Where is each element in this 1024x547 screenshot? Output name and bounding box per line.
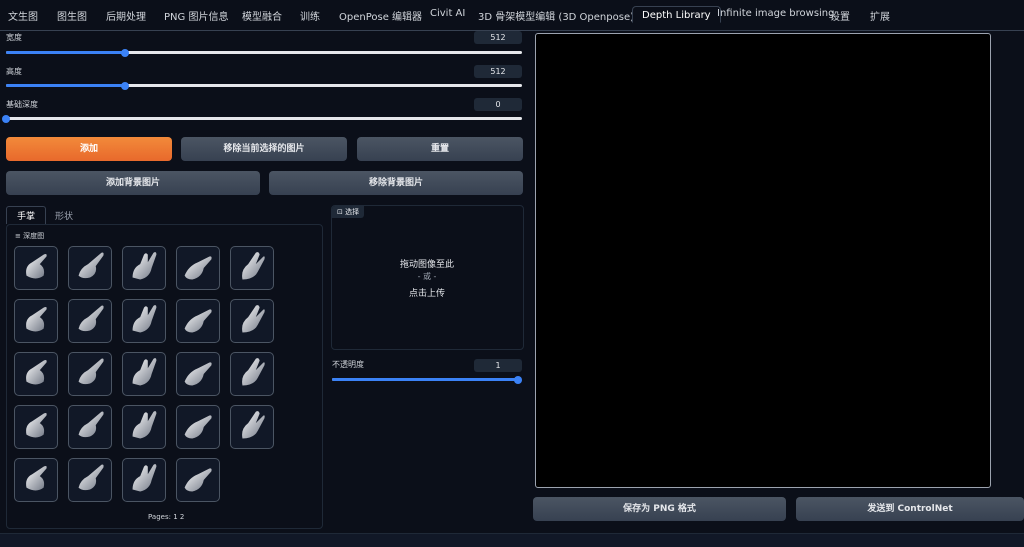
tab-settings[interactable]: 设置 <box>830 8 850 23</box>
click-upload-text: 点击上传 <box>408 289 445 299</box>
width-label: 宽度 <box>6 33 22 42</box>
subtab-hands[interactable]: 手掌 <box>6 206 47 224</box>
hand-thumbnail[interactable] <box>230 299 274 343</box>
tab-openpose-editor[interactable]: OpenPose 编辑器 <box>339 8 422 23</box>
save-png-button[interactable]: 保存为 PNG 格式 <box>533 497 786 521</box>
tab-extensions[interactable]: 扩展 <box>870 8 890 23</box>
tab-png-info[interactable]: PNG 图片信息 <box>164 8 228 23</box>
hand-thumbnail[interactable] <box>122 299 166 343</box>
tab-infinite-image-browsing[interactable]: Infinite image browsing <box>717 8 835 19</box>
hand-thumbnail[interactable] <box>176 405 220 449</box>
hand-thumbnail[interactable] <box>14 246 58 290</box>
hand-thumbnail[interactable] <box>122 458 166 502</box>
remove-background-button[interactable]: 移除背景图片 <box>269 171 523 195</box>
tab-extras[interactable]: 后期处理 <box>106 8 146 23</box>
hand-thumbnail[interactable] <box>68 352 112 396</box>
hand-thumbnail[interactable] <box>176 299 220 343</box>
height-label: 高度 <box>6 67 22 76</box>
tab-img2img[interactable]: 图生图 <box>57 8 87 23</box>
image-icon: ⊡ <box>337 208 346 216</box>
tab-depth-library[interactable]: Depth Library <box>632 6 721 23</box>
hand-thumbnail[interactable] <box>230 352 274 396</box>
hand-thumbnail[interactable] <box>122 405 166 449</box>
tab-civitai[interactable]: Civit AI <box>430 8 465 19</box>
hand-thumbnail[interactable] <box>68 405 112 449</box>
add-background-button[interactable]: 添加背景图片 <box>6 171 260 195</box>
top-tab-bar: 文生图 图生图 后期处理 PNG 图片信息 模型融合 训练 OpenPose 编… <box>0 0 1024 31</box>
opacity-label: 不透明度 <box>332 360 364 369</box>
hand-thumbnail[interactable] <box>122 352 166 396</box>
tab-txt2img[interactable]: 文生图 <box>8 8 38 23</box>
hand-thumbnail[interactable] <box>230 246 274 290</box>
upload-label: ⊡ 选择 <box>332 206 365 218</box>
drop-text: 拖动图像至此 <box>399 260 454 270</box>
hand-thumbnail[interactable] <box>176 458 220 502</box>
tab-train[interactable]: 训练 <box>300 8 320 23</box>
reset-button[interactable]: 重置 <box>357 137 523 161</box>
width-slider[interactable] <box>6 48 522 57</box>
list-icon: ≡ <box>15 232 24 240</box>
hand-thumbnail[interactable] <box>14 405 58 449</box>
hand-thumbnail[interactable] <box>14 458 58 502</box>
base-depth-label: 基础深度 <box>6 100 38 109</box>
hand-thumbnail[interactable] <box>176 352 220 396</box>
base-depth-slider[interactable] <box>2 114 522 123</box>
tab-checkpoint-merger[interactable]: 模型融合 <box>242 8 282 23</box>
image-upload-dropzone[interactable]: ⊡ 选择 拖动图像至此 - 或 - 点击上传 <box>331 205 524 350</box>
opacity-slider[interactable] <box>332 375 522 384</box>
page-2-link[interactable]: 2 <box>180 513 184 521</box>
hand-thumbnail[interactable] <box>68 246 112 290</box>
width-slider-knob[interactable] <box>120 48 129 57</box>
width-number-input[interactable]: 512 <box>474 31 522 44</box>
height-slider[interactable] <box>6 81 522 90</box>
hand-thumbnail[interactable] <box>176 246 220 290</box>
tab-3d-openpose[interactable]: 3D 骨架模型编辑 (3D Openpose) <box>478 8 634 23</box>
opacity-number-input[interactable]: 1 <box>474 359 522 372</box>
footer-bar <box>0 533 1024 547</box>
hand-thumbnail[interactable] <box>68 458 112 502</box>
gallery-label: ≡ 深度图 <box>15 232 45 240</box>
add-button[interactable]: 添加 <box>6 137 172 161</box>
height-number-input[interactable]: 512 <box>474 65 522 78</box>
hand-thumbnail[interactable] <box>230 405 274 449</box>
subtab-shapes[interactable]: 形状 <box>55 209 73 222</box>
base-depth-number-input[interactable]: 0 <box>474 98 522 111</box>
opacity-slider-knob[interactable] <box>514 375 522 384</box>
base-depth-slider-knob[interactable] <box>2 114 10 123</box>
send-to-controlnet-button[interactable]: 发送到 ControlNet <box>796 497 1024 521</box>
hand-gallery-panel: ≡ 深度图 Pages: 1 2 <box>6 224 323 529</box>
hand-thumbnail[interactable] <box>14 299 58 343</box>
pagination: Pages: 1 2 <box>148 513 185 521</box>
page-1-link[interactable]: 1 <box>173 513 177 521</box>
remove-selected-button[interactable]: 移除当前选择的图片 <box>181 137 347 161</box>
hand-thumbnail[interactable] <box>14 352 58 396</box>
hand-thumbnail[interactable] <box>122 246 166 290</box>
height-slider-knob[interactable] <box>120 81 129 90</box>
hand-thumbnail[interactable] <box>68 299 112 343</box>
drop-or-text: - 或 - <box>417 272 437 281</box>
depth-canvas[interactable] <box>535 33 991 488</box>
